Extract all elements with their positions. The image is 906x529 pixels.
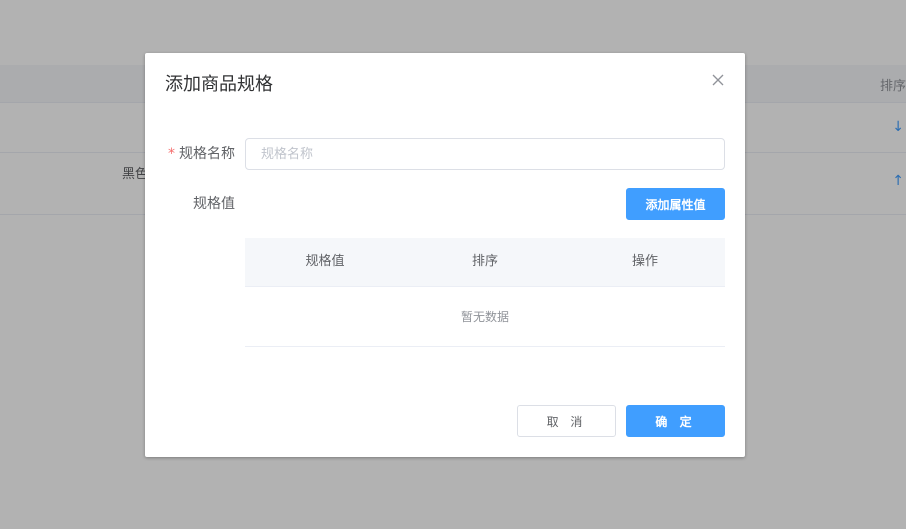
column-header-actions: 操作 (631, 254, 658, 269)
column-header-sort: 排序 (471, 254, 498, 269)
spec-name-input[interactable] (245, 138, 725, 170)
table-header: 规格值 排序 操作 (245, 238, 725, 287)
add-spec-dialog: 添加商品规格 *规格名称 规格值 添加属性值 规格值 排序 操作 暂无数据 取 … (145, 53, 745, 457)
close-icon[interactable] (711, 72, 725, 86)
column-header-spec-value: 规格值 (305, 254, 345, 269)
spec-name-label-text: 规格名称 (179, 146, 235, 162)
cancel-button[interactable]: 取 消 (517, 405, 616, 437)
add-attribute-value-button[interactable]: 添加属性值 (626, 188, 725, 220)
spec-values-label: 规格值 (193, 196, 235, 212)
empty-state-text: 暂无数据 (460, 310, 509, 324)
confirm-button[interactable]: 确 定 (626, 405, 725, 437)
dialog-title: 添加商品规格 (165, 74, 273, 95)
required-mark: * (168, 146, 175, 162)
spec-values-table: 规格值 排序 操作 暂无数据 (245, 238, 725, 347)
spec-name-label: * 规格名称 (145, 138, 235, 170)
table-body: 暂无数据 (245, 287, 725, 347)
